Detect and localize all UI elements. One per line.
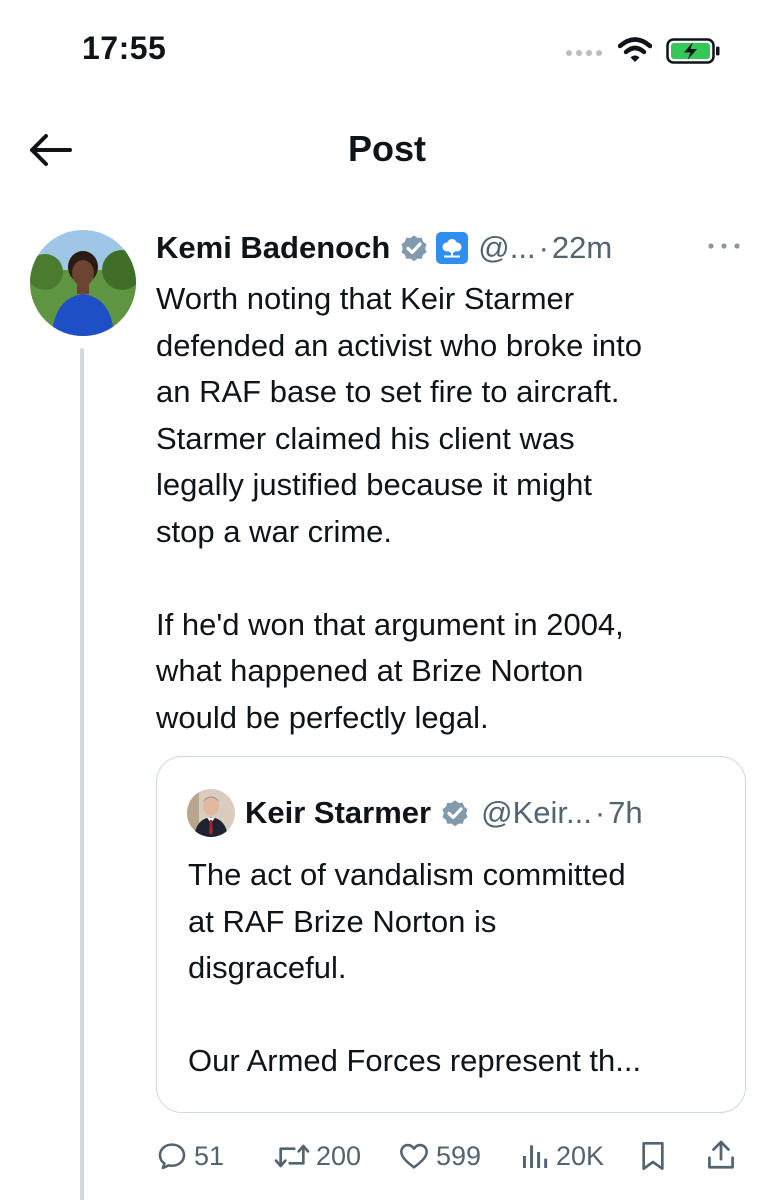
battery-charging-icon (666, 38, 720, 64)
thread-line (80, 348, 84, 1200)
repost-icon (274, 1144, 310, 1168)
quoted-author-handle: @Keir... (481, 795, 592, 830)
views-icon (523, 1145, 548, 1168)
status-bar: 17:55 (0, 0, 774, 100)
more-icon[interactable] (706, 240, 742, 252)
page-title: Post (347, 128, 426, 169)
separator-dot: · (594, 795, 606, 830)
author-name[interactable]: Kemi Badenoch (156, 230, 390, 266)
verified-icon[interactable] (398, 232, 430, 264)
quoted-avatar-photo-icon (187, 789, 235, 837)
avatar-photo-icon (30, 230, 136, 336)
views-button[interactable]: 20K (520, 1134, 604, 1178)
quoted-post-time: 7h (608, 795, 643, 830)
separator-dot: · (538, 230, 549, 265)
avatar[interactable] (30, 230, 136, 336)
quoted-author-name: Keir Starmer (245, 795, 432, 830)
repost-button[interactable]: 200 (274, 1134, 361, 1178)
quoted-avatar (187, 789, 235, 837)
like-count: 599 (436, 1140, 482, 1171)
verified-icon (442, 800, 468, 827)
post-time[interactable]: 22m (552, 230, 612, 266)
tweet-text: Worth noting that Keir Starmer defended … (156, 281, 642, 735)
reply-button[interactable]: 51 (156, 1134, 224, 1178)
action-bar: 51 200 599 20K (156, 1134, 746, 1178)
quoted-tweet-text: The act of vandalism committed at RAF Br… (188, 857, 642, 1078)
status-time: 17:55 (82, 30, 167, 66)
cellular-signal-icon (566, 50, 602, 56)
reply-icon (158, 1143, 186, 1170)
post-screen: 17:55 Post Kemi Badenoch @... · 22m Wort… (0, 0, 774, 1200)
tree-icon (442, 239, 462, 258)
affiliation-badge[interactable] (436, 232, 469, 264)
views-count: 20K (556, 1140, 605, 1171)
tweet-header: Kemi Badenoch @... · 22m (156, 226, 612, 270)
reply-count: 51 (194, 1140, 225, 1171)
top-bar: Post (0, 100, 774, 200)
like-button[interactable]: 599 (398, 1134, 481, 1178)
author-handle[interactable]: @... (478, 230, 535, 266)
like-icon (400, 1143, 428, 1169)
quoted-tweet[interactable]: Keir Starmer @Keir... · 7h The act of va… (156, 756, 746, 1113)
bookmark-icon[interactable] (638, 1140, 668, 1172)
wifi-icon (618, 37, 652, 62)
share-icon[interactable] (706, 1138, 736, 1172)
repost-count: 200 (316, 1140, 362, 1171)
quoted-tweet-header: Keir Starmer @Keir... · 7h (245, 791, 643, 835)
